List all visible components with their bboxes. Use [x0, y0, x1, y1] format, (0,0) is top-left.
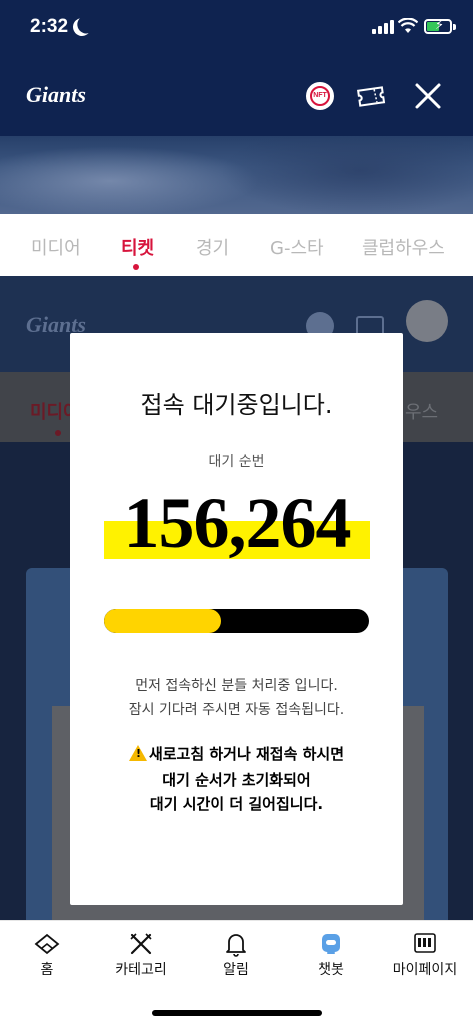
warning-text-1: 새로고침 하거나 재접속 하시면 [148, 745, 345, 763]
nav-home[interactable]: 홈 [0, 931, 94, 991]
warning-line-3: 대기 시간이 더 길어집니다. [149, 795, 324, 813]
nav-mypage-label: 마이페이지 [392, 962, 458, 978]
app-header: Giants NFT [0, 56, 473, 136]
queue-number: 156,264 [123, 483, 352, 563]
close-icon[interactable] [412, 80, 444, 112]
status-bar: 2:32 ⚡ [0, 0, 473, 56]
nav-alarm[interactable]: 알림 [189, 931, 283, 991]
queue-label: 대기 순번 [208, 454, 265, 470]
status-time: 2:32 [30, 16, 69, 37]
queue-progress-bar [104, 609, 369, 633]
nft-icon[interactable]: NFT [306, 82, 334, 110]
bell-icon [226, 934, 246, 957]
nav-mypage[interactable]: 마이페이지 [378, 931, 472, 991]
tab-clubhouse[interactable]: 클럽하우스 [362, 234, 445, 260]
warning-line-2: 대기 순서가 초기화되어 [162, 771, 311, 789]
tab-gstar[interactable]: G-스타 [270, 234, 324, 260]
moon-icon [70, 15, 95, 40]
category-icon [130, 933, 152, 955]
nav-category-label: 카테고리 [115, 962, 167, 978]
home-indicator [152, 1010, 322, 1016]
warning-icon: ! [128, 745, 147, 761]
home-icon [34, 933, 60, 955]
warning-line-1: ! 새로고침 하거나 재접속 하시면 [70, 743, 403, 764]
nav-chatbot-label: 챗봇 [318, 962, 344, 978]
top-tabs: 미디어 티켓 경기 G-스타 클럽하우스 [0, 214, 473, 276]
queue-number-wrap: 156,264 [104, 483, 370, 563]
nav-alarm-label: 알림 [223, 962, 249, 978]
progress-fill [104, 609, 221, 633]
giants-logo[interactable]: Giants [26, 82, 86, 108]
wifi-icon [398, 18, 418, 33]
nav-chatbot[interactable]: 챗봇 [284, 931, 378, 991]
active-tab-indicator [133, 264, 139, 270]
battery-icon: ⚡ [424, 18, 452, 34]
note-line-2: 잠시 기다려 주시면 자동 접속됩니다. [128, 702, 345, 718]
tab-game[interactable]: 경기 [196, 234, 229, 260]
nav-category[interactable]: 카테고리 [94, 931, 188, 991]
battery-cap [453, 24, 456, 30]
hero-banner [0, 136, 473, 214]
waiting-queue-modal: 접속 대기중입니다. 대기 순번 156,264 먼저 접속하신 분들 처리중 … [70, 333, 403, 905]
nft-label: NFT [310, 86, 330, 106]
chatbot-icon [322, 934, 340, 954]
modal-title: 접속 대기중입니다. [140, 391, 333, 419]
ticket-icon[interactable] [356, 84, 386, 108]
mypage-icon [414, 933, 436, 953]
note-line-1: 먼저 접속하신 분들 처리중 입니다. [135, 678, 338, 694]
tab-media[interactable]: 미디어 [31, 234, 81, 260]
tab-ticket[interactable]: 티켓 [121, 234, 154, 260]
signal-icon [372, 20, 394, 34]
nav-home-label: 홈 [40, 962, 54, 978]
bottom-nav: 홈 카테고리 알림 챗봇 마이페이지 [0, 920, 473, 1024]
